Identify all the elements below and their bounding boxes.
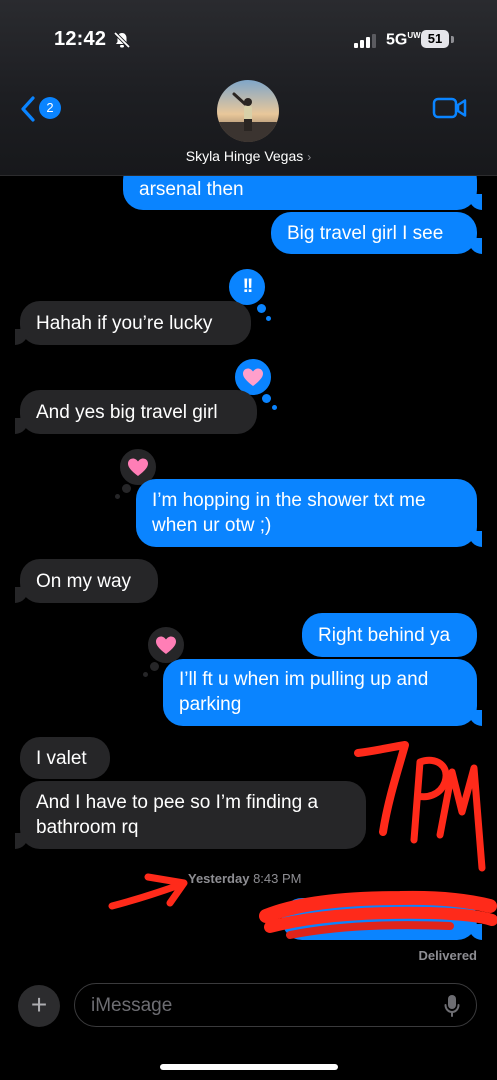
video-call-icon[interactable] <box>432 96 468 120</box>
message-text: And yes big travel girl <box>36 402 218 423</box>
plus-icon: + <box>30 989 48 1020</box>
message-text: I valet <box>36 748 87 769</box>
tapback-tail <box>143 672 148 677</box>
back-button[interactable]: 2 <box>20 95 64 123</box>
imessage-input[interactable] <box>89 984 423 1027</box>
message-text: Hahah if you’re lucky <box>36 313 213 334</box>
tapback-tail <box>272 405 277 410</box>
timestamp-day: Yesterday <box>188 871 250 886</box>
message-bubble[interactable]: I’ll ft u when im pulling up and parking <box>163 659 482 726</box>
message-bubble[interactable]: I’m hopping in the shower txt me when ur… <box>136 479 482 547</box>
message-bubble[interactable]: Big travel girl I see <box>271 212 482 254</box>
conversation-header: 12:42 5GUW 51 2 Skyla Hinge Vegas › <box>0 0 497 176</box>
network-label: 5GUW <box>386 31 421 49</box>
chevron-left-icon <box>21 96 35 122</box>
contact-name-label: Skyla Hinge Vegas <box>185 148 304 164</box>
tapback-tail <box>262 394 271 403</box>
message-bubble[interactable]: Right behind ya <box>302 613 477 657</box>
message-input-field[interactable] <box>74 983 477 1027</box>
timestamp-time: 8:43 PM <box>253 871 302 886</box>
delivered-receipt: Delivered <box>418 948 477 963</box>
message-text-line: I’m hopping in the shower txt me <box>152 490 426 511</box>
tapback-tail <box>150 662 159 671</box>
message-bubble[interactable]: And yes big travel girl <box>15 390 257 434</box>
message-text-line: I’ll ft u when im pulling up and <box>179 669 429 690</box>
double-exclamation-icon: !! <box>242 276 254 297</box>
message-bubble-redacted[interactable] <box>282 898 482 940</box>
tapback-tail <box>266 316 271 321</box>
home-indicator[interactable] <box>160 1064 338 1070</box>
message-timestamp: Yesterday 8:43 PM <box>188 871 301 886</box>
contact-name[interactable]: Skyla Hinge Vegas › <box>0 148 497 164</box>
message-text: arsenal then <box>139 179 244 200</box>
message-text: On my way <box>36 571 132 592</box>
heart-icon <box>156 636 176 654</box>
avatar-photo <box>217 80 279 142</box>
network-sup: UW <box>407 31 421 40</box>
signal-bars-icon <box>354 34 376 48</box>
message-text-line: when ur otw ;) <box>152 515 272 536</box>
message-text-line: And I have to pee so I’m finding a <box>36 792 319 813</box>
message-bubble[interactable]: I valet <box>20 737 110 779</box>
contact-avatar[interactable] <box>217 80 279 142</box>
microphone-icon[interactable] <box>444 994 460 1018</box>
unread-count-badge: 2 <box>39 97 61 119</box>
battery-icon <box>451 36 454 43</box>
message-bubble[interactable]: And I have to pee so I’m finding a bathr… <box>15 781 366 849</box>
apps-plus-button[interactable]: + <box>18 985 60 1027</box>
tapback-tail <box>122 484 131 493</box>
message-bubble[interactable]: Hahah if you’re lucky <box>15 301 251 345</box>
status-time: 12:42 <box>54 28 107 50</box>
chevron-right-icon: › <box>307 150 312 164</box>
tapback-tail <box>257 304 266 313</box>
battery-level: 51 <box>421 30 449 48</box>
message-text: Big travel girl I see <box>287 223 444 244</box>
tapback-tail <box>115 494 120 499</box>
message-text-line: bathroom rq <box>36 817 139 838</box>
message-text-line: parking <box>179 694 242 715</box>
message-text: Right behind ya <box>318 625 451 646</box>
message-bubble[interactable]: On my way <box>15 559 158 603</box>
network-type: 5G <box>386 31 408 49</box>
bell-slash-icon <box>113 31 131 49</box>
